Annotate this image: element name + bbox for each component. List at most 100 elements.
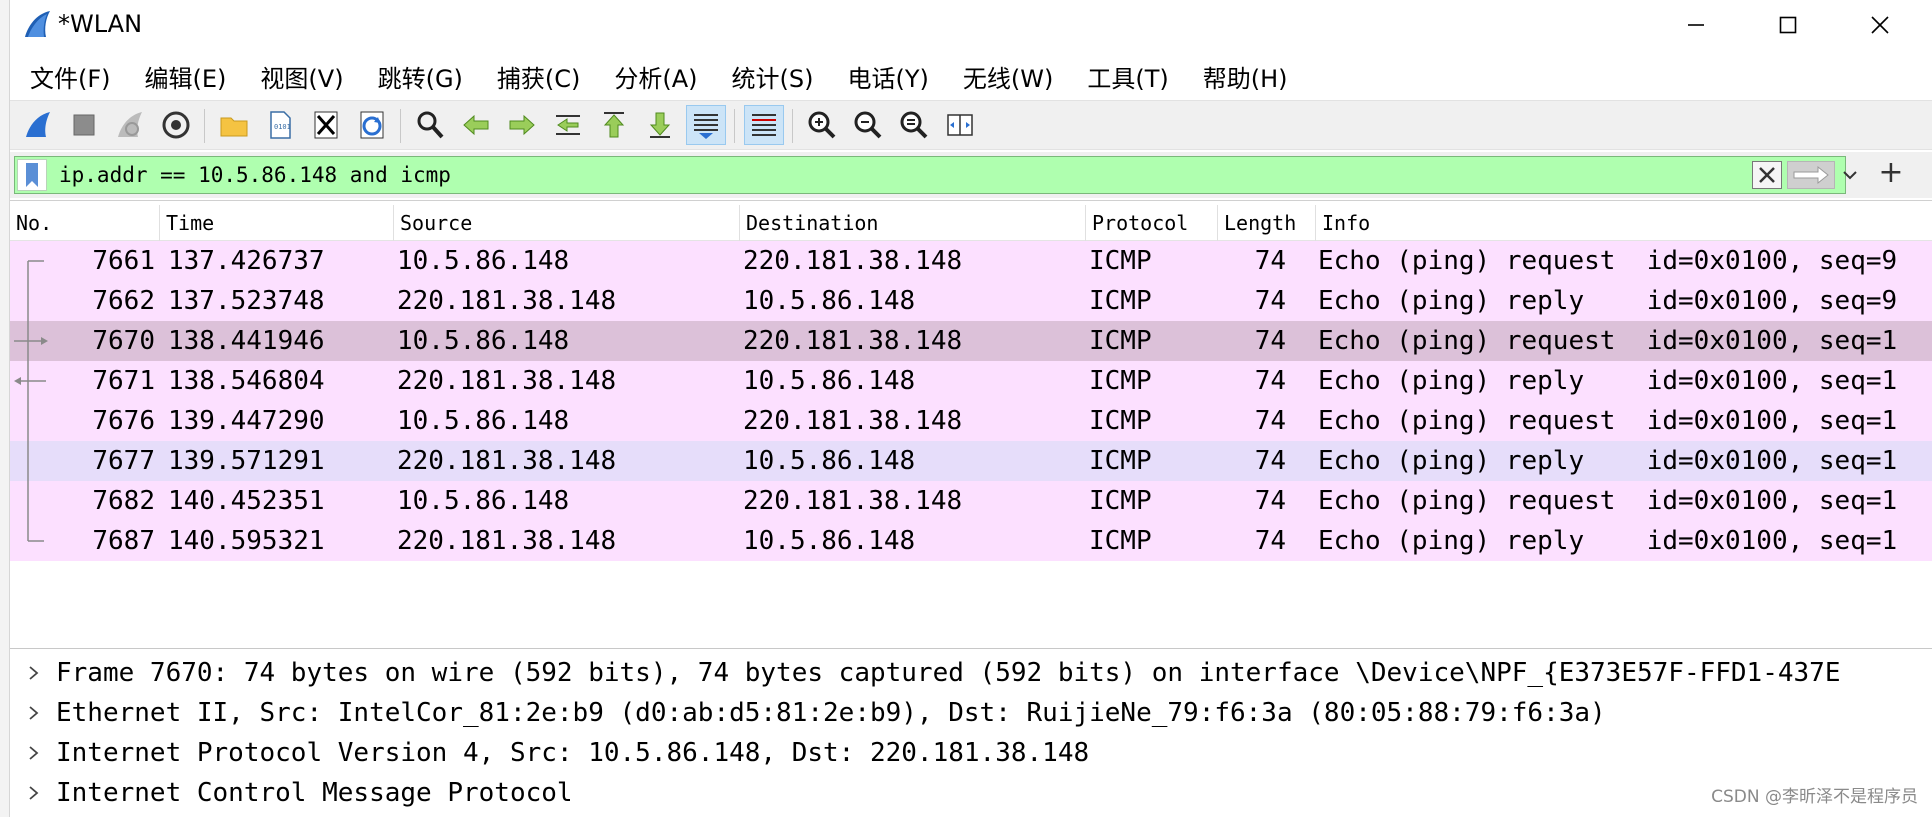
zoom-in-button[interactable] <box>802 105 842 145</box>
table-row[interactable]: 7662 137.523748 220.181.38.148 10.5.86.1… <box>10 281 1932 321</box>
minimize-button[interactable] <box>1650 0 1742 50</box>
close-icon <box>1871 16 1889 34</box>
cell-no: 7662 <box>92 286 155 316</box>
column-header-protocol[interactable]: Protocol <box>1086 205 1218 241</box>
window-title: *WLAN <box>58 10 143 38</box>
zoom-out-button[interactable] <box>848 105 888 145</box>
menu-statistics[interactable]: 统计(S) <box>726 55 820 98</box>
display-filter-field <box>14 156 1857 194</box>
apply-filter-button[interactable] <box>1787 161 1835 189</box>
zoom-in-icon <box>808 111 836 139</box>
tree-item-ipv4[interactable]: Internet Protocol Version 4, Src: 10.5.8… <box>10 733 1932 773</box>
go-forward-button[interactable] <box>502 105 542 145</box>
menu-wireless[interactable]: 无线(W) <box>957 55 1059 98</box>
first-packet-button[interactable] <box>594 105 634 145</box>
cell-source: 220.181.38.148 <box>397 526 617 556</box>
start-capture-button[interactable] <box>18 105 58 145</box>
maximize-button[interactable] <box>1742 0 1834 50</box>
open-file-button[interactable] <box>214 105 254 145</box>
filter-history-dropdown[interactable] <box>1835 161 1865 189</box>
menu-telephony[interactable]: 电话(Y) <box>842 55 935 98</box>
chevron-right-icon[interactable] <box>20 693 48 733</box>
close-file-button[interactable] <box>306 105 346 145</box>
tree-item-frame[interactable]: Frame 7670: 74 bytes on wire (592 bits),… <box>10 653 1932 693</box>
menu-help[interactable]: 帮助(H) <box>1197 55 1294 98</box>
last-packet-button[interactable] <box>640 105 680 145</box>
cell-info: Echo (ping) reply id=0x0100, seq=1 <box>1318 446 1898 476</box>
menu-file[interactable]: 文件(F) <box>24 55 117 98</box>
table-row[interactable]: 7671 138.546804 220.181.38.148 10.5.86.1… <box>10 361 1932 401</box>
save-file-icon: 0101 <box>270 111 291 139</box>
cell-no: 7682 <box>92 486 155 516</box>
table-row[interactable]: 7682 140.452351 10.5.86.148 220.181.38.1… <box>10 481 1932 521</box>
chevron-down-icon <box>1843 171 1857 180</box>
menu-bar: 文件(F) 编辑(E) 视图(V) 跳转(G) 捕获(C) 分析(A) 统计(S… <box>10 54 1932 98</box>
chevron-right-icon[interactable] <box>20 733 48 773</box>
cell-length: 74 <box>1254 486 1286 516</box>
table-row[interactable]: 7676 139.447290 10.5.86.148 220.181.38.1… <box>10 401 1932 441</box>
cell-length: 74 <box>1254 246 1286 276</box>
cell-time: 139.571291 <box>168 446 325 476</box>
cell-time: 140.595321 <box>168 526 325 556</box>
filter-bookmark-button[interactable] <box>17 159 47 191</box>
find-packet-button[interactable] <box>410 105 450 145</box>
go-to-packet-button[interactable] <box>548 105 588 145</box>
colorize-icon <box>752 114 776 136</box>
cell-time: 139.447290 <box>168 406 325 436</box>
column-header-destination[interactable]: Destination <box>740 205 1086 241</box>
clear-filter-button[interactable] <box>1752 161 1782 189</box>
save-file-button[interactable]: 0101 <box>260 105 300 145</box>
tree-item-label: Ethernet II, Src: IntelCor_81:2e:b9 (d0:… <box>56 698 1606 728</box>
chevron-right-icon[interactable] <box>20 653 48 693</box>
menu-edit[interactable]: 编辑(E) <box>139 55 233 98</box>
go-back-button[interactable] <box>456 105 496 145</box>
cell-length: 74 <box>1254 366 1286 396</box>
bookmark-icon <box>26 163 38 187</box>
stop-icon <box>73 114 95 136</box>
tree-item-icmp[interactable]: Internet Control Message Protocol <box>10 773 1932 813</box>
zoom-out-icon <box>854 111 882 139</box>
capture-options-button[interactable] <box>156 105 196 145</box>
display-filter-bar: + <box>10 152 1932 198</box>
first-packet-icon <box>603 112 625 138</box>
column-header-source[interactable]: Source <box>394 205 740 241</box>
table-row[interactable]: 7677 139.571291 220.181.38.148 10.5.86.1… <box>10 441 1932 481</box>
menu-tools[interactable]: 工具(T) <box>1081 55 1174 98</box>
table-row[interactable]: 7661 137.426737 10.5.86.148 220.181.38.1… <box>10 241 1932 281</box>
autoscroll-toggle[interactable] <box>686 105 726 145</box>
column-header-length[interactable]: Length <box>1218 205 1316 241</box>
table-row[interactable]: 7687 140.595321 220.181.38.148 10.5.86.1… <box>10 521 1932 561</box>
chevron-right-icon[interactable] <box>20 773 48 813</box>
forward-arrow-icon <box>509 114 535 136</box>
menu-go[interactable]: 跳转(G) <box>372 55 469 98</box>
column-header-no[interactable]: No. <box>10 205 160 241</box>
maximize-icon <box>1779 16 1797 34</box>
colorize-toggle[interactable] <box>744 105 784 145</box>
table-row-selected[interactable]: 7670 138.441946 10.5.86.148 220.181.38.1… <box>10 321 1932 361</box>
packet-list-header: No. Time Source Destination Protocol Len… <box>10 205 1932 241</box>
display-filter-input[interactable] <box>53 157 1393 193</box>
column-header-time[interactable]: Time <box>160 205 394 241</box>
column-header-info[interactable]: Info <box>1316 205 1932 241</box>
zoom-normal-icon <box>900 111 928 139</box>
cell-protocol: ICMP <box>1089 366 1152 396</box>
close-window-button[interactable] <box>1834 0 1926 50</box>
cell-time: 140.452351 <box>168 486 325 516</box>
menu-analyze[interactable]: 分析(A) <box>608 55 703 98</box>
restart-capture-button[interactable] <box>110 105 150 145</box>
stop-capture-button[interactable] <box>64 105 104 145</box>
cell-time: 137.523748 <box>168 286 325 316</box>
cell-source: 10.5.86.148 <box>397 406 570 436</box>
reload-file-button[interactable] <box>352 105 392 145</box>
resize-columns-button[interactable] <box>940 105 980 145</box>
tree-item-ethernet[interactable]: Ethernet II, Src: IntelCor_81:2e:b9 (d0:… <box>10 693 1932 733</box>
cell-destination: 10.5.86.148 <box>743 286 916 316</box>
cell-destination: 220.181.38.148 <box>743 326 963 356</box>
menu-capture[interactable]: 捕获(C) <box>491 55 586 98</box>
zoom-normal-button[interactable] <box>894 105 934 145</box>
reload-icon <box>360 111 384 139</box>
cell-source: 10.5.86.148 <box>397 326 570 356</box>
menu-view[interactable]: 视图(V) <box>254 55 349 98</box>
add-filter-button-plus-icon[interactable]: + <box>1876 158 1906 188</box>
cell-protocol: ICMP <box>1089 246 1152 276</box>
